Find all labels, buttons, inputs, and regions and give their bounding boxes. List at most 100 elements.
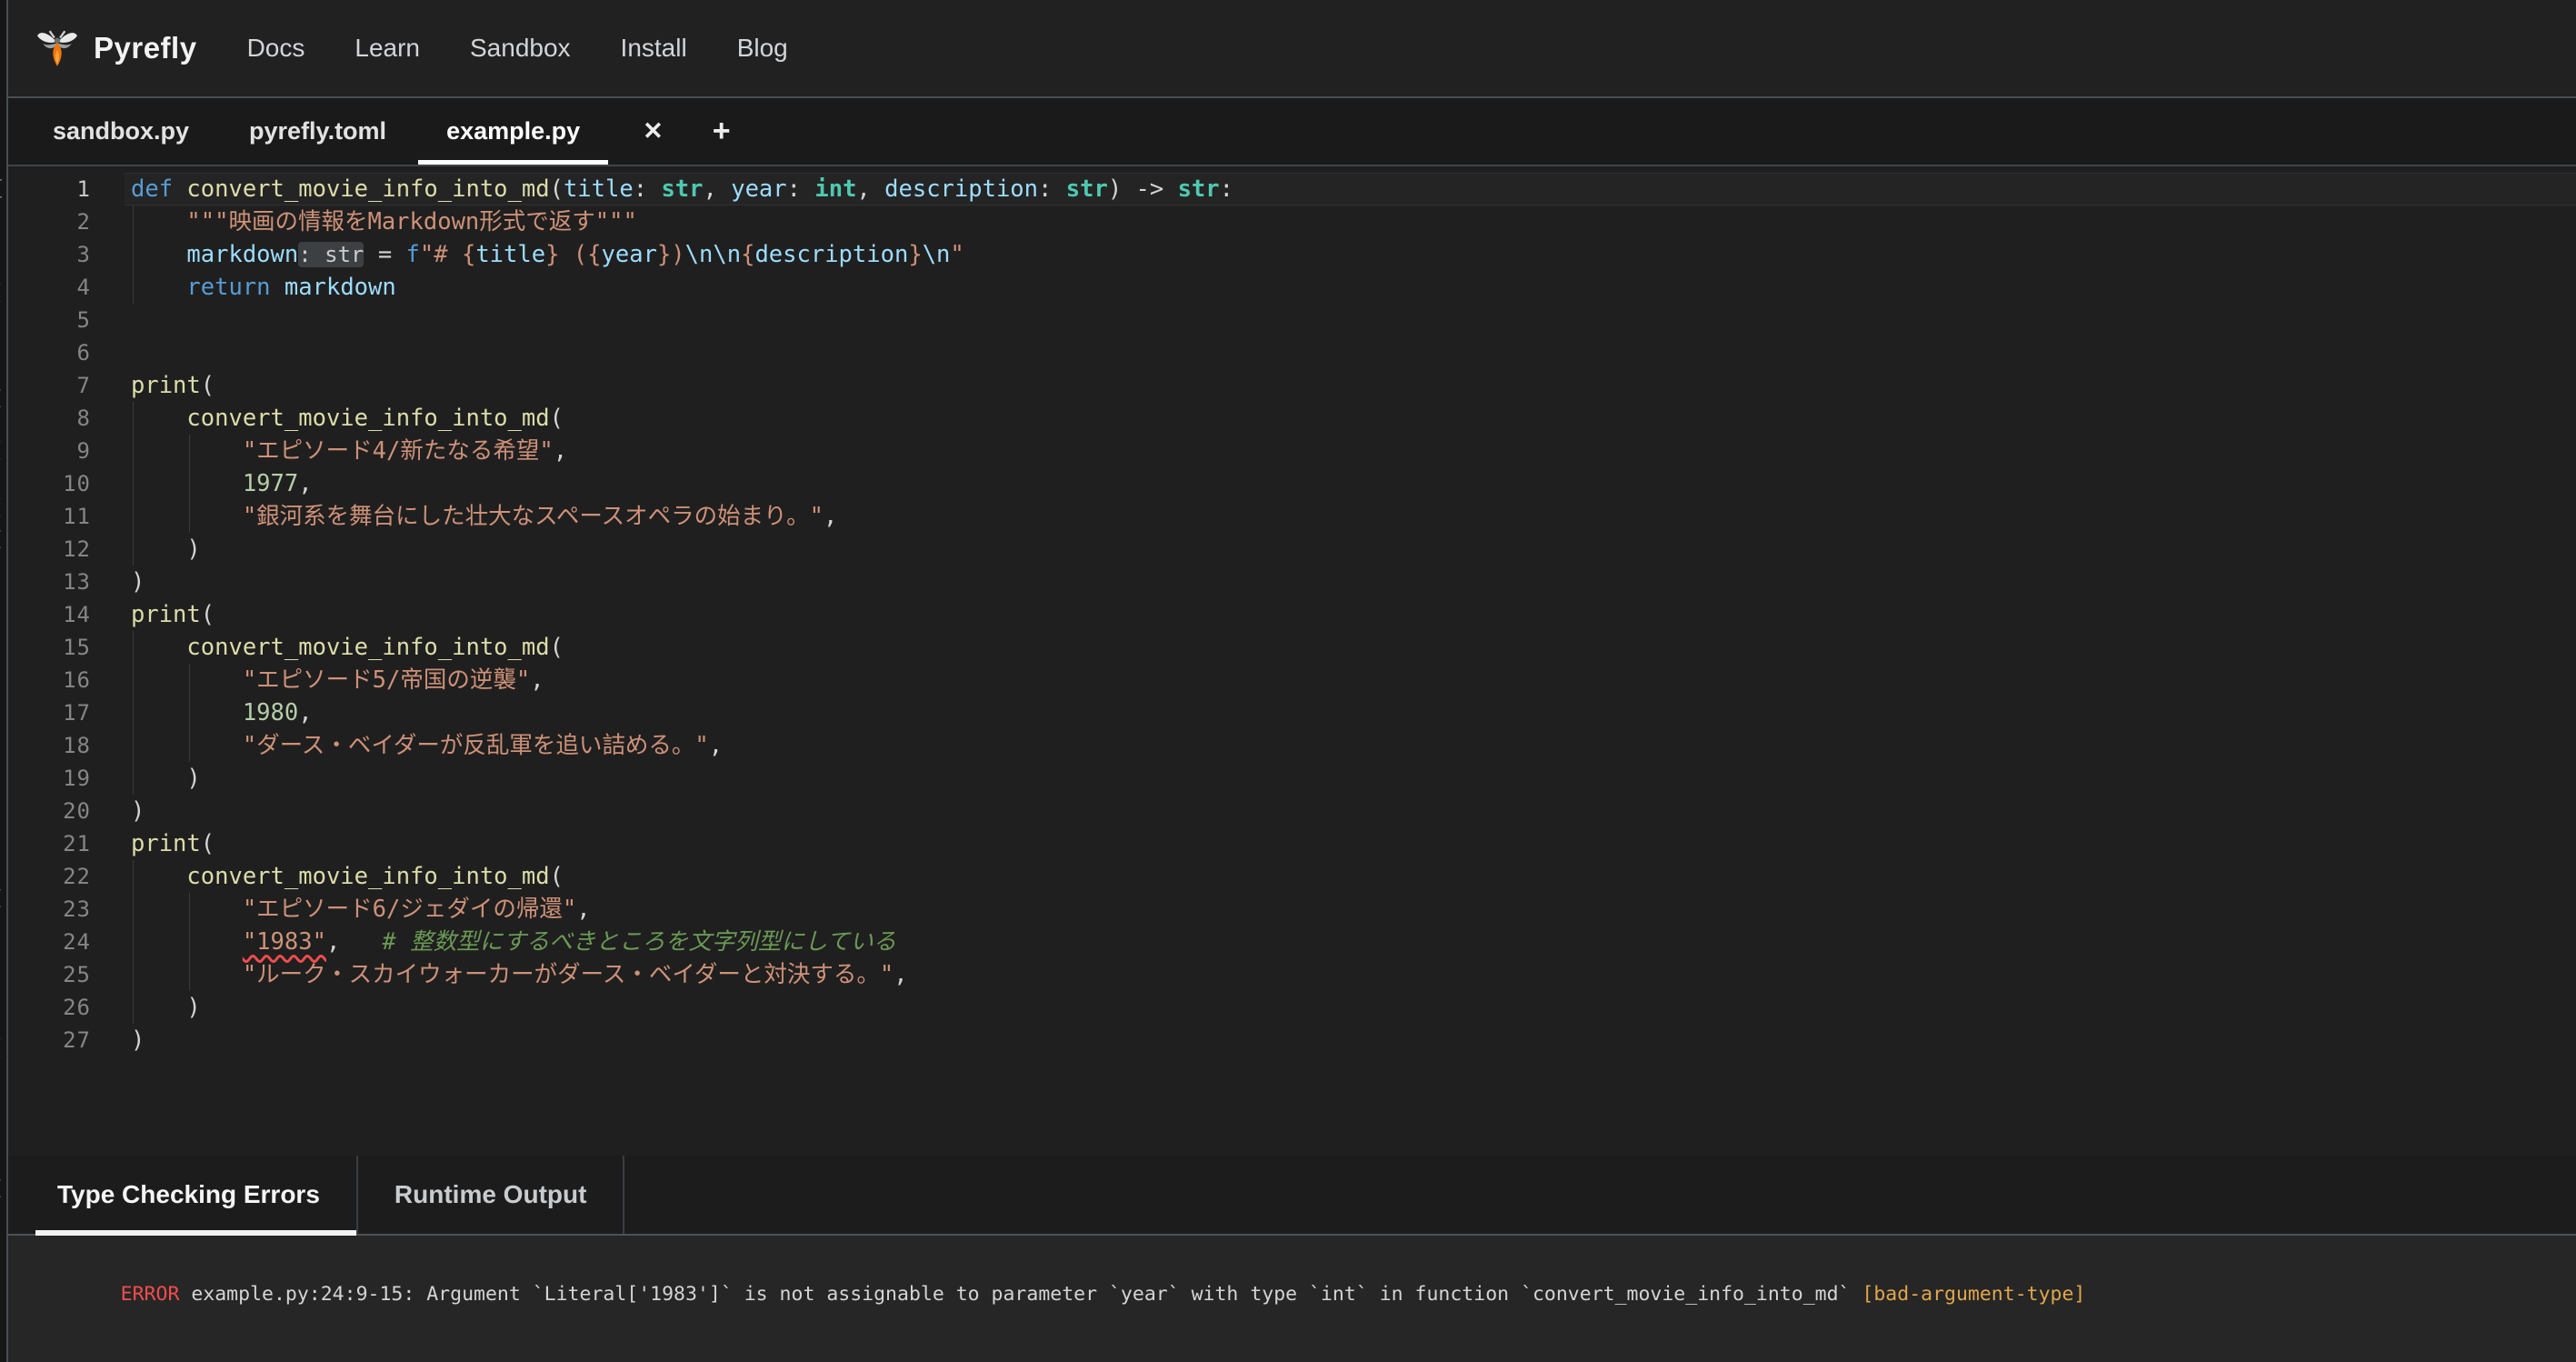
- indent-guide: [133, 467, 134, 500]
- code-text: ): [131, 991, 201, 1024]
- code-line[interactable]: 9 "エピソード4/新たなる希望",: [8, 435, 2576, 467]
- line-number: 25: [8, 958, 91, 991]
- code-line[interactable]: 1def convert_movie_info_into_md(title: s…: [8, 173, 2576, 205]
- code-line[interactable]: 6: [8, 336, 2576, 369]
- line-number: 21: [8, 827, 91, 860]
- output-panel-tabs: Type Checking Errors Runtime Output: [8, 1156, 2576, 1236]
- line-number: 20: [8, 795, 91, 827]
- code-line[interactable]: 3 markdown: str = f"# {title} ({year})\n…: [8, 238, 2576, 271]
- code-line[interactable]: 24 "1983", # 整数型にするべきところを文字列型にしている: [8, 926, 2576, 958]
- line-number: 2: [8, 205, 91, 238]
- line-number: 3: [8, 238, 91, 271]
- line-number: 9: [8, 435, 91, 467]
- code-text: markdown: str = f"# {title} ({year})\n\n…: [131, 238, 964, 271]
- edge-glyph-fragment: [: [0, 1179, 4, 1199]
- code-line[interactable]: 12 ): [8, 533, 2576, 566]
- indent-guide: [133, 533, 134, 566]
- code-text: "ルーク・スカイウォーカーがダース・ベイダーと対決する。",: [131, 958, 908, 991]
- code-line[interactable]: 15 convert_movie_info_into_md(: [8, 631, 2576, 664]
- code-editor[interactable]: 1def convert_movie_info_into_md(title: s…: [8, 166, 2576, 1156]
- indent-guide: [133, 238, 134, 271]
- code-line[interactable]: 2 """映画の情報をMarkdown形式で返す""": [8, 205, 2576, 238]
- code-text: "エピソード4/新たなる希望",: [131, 435, 567, 467]
- tab-sandbox-py[interactable]: sandbox.py: [23, 98, 219, 165]
- code-line[interactable]: 8 convert_movie_info_into_md(: [8, 402, 2576, 435]
- code-line[interactable]: 21 print(: [8, 827, 2576, 860]
- code-text: convert_movie_info_into_md(: [131, 402, 564, 435]
- line-number: 7: [8, 369, 91, 402]
- tab-runtime-output[interactable]: Runtime Output: [358, 1156, 625, 1234]
- window-edge-sliver: {|([(([[([: [0, 0, 8, 1362]
- indent-guide: [133, 631, 134, 664]
- add-tab-icon[interactable]: +: [691, 98, 753, 165]
- code-line[interactable]: 16 "エピソード5/帝国の逆襲",: [8, 664, 2576, 696]
- panel-tab-label: Type Checking Errors: [57, 1180, 320, 1209]
- indent-guide: [133, 958, 134, 991]
- nav-item-docs[interactable]: Docs: [247, 34, 305, 63]
- code-line[interactable]: 27): [8, 1024, 2576, 1057]
- code-text: ): [131, 1024, 145, 1057]
- line-number: 16: [8, 664, 91, 696]
- close-tab-icon[interactable]: ✕: [619, 98, 687, 165]
- code-text: return markdown: [131, 271, 396, 304]
- code-line[interactable]: 26 ): [8, 991, 2576, 1024]
- code-text: print(: [131, 598, 215, 631]
- edge-glyph-fragment: [: [0, 530, 4, 550]
- code-line[interactable]: 18 "ダース・ベイダーが反乱軍を追い詰める。",: [8, 729, 2576, 762]
- tab-pyrefly-toml[interactable]: pyrefly.toml: [219, 98, 416, 165]
- line-number: 4: [8, 271, 91, 304]
- code-text: ): [131, 795, 145, 827]
- indent-guide: [133, 860, 134, 893]
- code-line[interactable]: 25 "ルーク・スカイウォーカーがダース・ベイダーと対決する。",: [8, 958, 2576, 991]
- edge-glyph-fragment: |: [0, 236, 4, 256]
- line-number: 18: [8, 729, 91, 762]
- code-line[interactable]: 13): [8, 566, 2576, 598]
- code-line[interactable]: 7print(: [8, 369, 2576, 402]
- code-line[interactable]: 22 convert_movie_info_into_md(: [8, 860, 2576, 893]
- nav-item-sandbox[interactable]: Sandbox: [470, 34, 571, 63]
- code-line[interactable]: 23 "エピソード6/ジェダイの帰還",: [8, 893, 2576, 926]
- line-number: 27: [8, 1024, 91, 1057]
- code-text: convert_movie_info_into_md(: [131, 631, 564, 664]
- code-line[interactable]: 4 return markdown: [8, 271, 2576, 304]
- line-number: 22: [8, 860, 91, 893]
- indent-guide: [189, 435, 190, 467]
- code-line[interactable]: 11 "銀河系を舞台にした壮大なスペースオペラの始まり。",: [8, 500, 2576, 533]
- edge-glyph-fragment: [: [0, 889, 4, 909]
- edge-glyph-fragment: (: [0, 1038, 4, 1058]
- nav-item-blog[interactable]: Blog: [737, 34, 788, 63]
- indent-guide: [133, 991, 134, 1024]
- file-tabbar: sandbox.py pyrefly.toml example.py ✕ +: [8, 98, 2576, 166]
- indent-guide: [133, 762, 134, 795]
- nav-item-learn[interactable]: Learn: [354, 34, 420, 63]
- code-lines: 1def convert_movie_info_into_md(title: s…: [8, 173, 2576, 1057]
- code-line[interactable]: 10 1977,: [8, 467, 2576, 500]
- indent-guide: [189, 500, 190, 533]
- nav-item-install[interactable]: Install: [621, 34, 687, 63]
- line-number: 10: [8, 467, 91, 500]
- indent-guide: [189, 467, 190, 500]
- code-line[interactable]: 17 1980,: [8, 696, 2576, 729]
- code-text: print(: [131, 827, 215, 860]
- error-console: ERROR example.py:24:9-15: Argument `Lite…: [8, 1236, 2576, 1362]
- line-number: 11: [8, 500, 91, 533]
- tab-example-py[interactable]: example.py: [416, 98, 610, 165]
- edge-glyph-fragment: {: [0, 179, 4, 199]
- code-text: ): [131, 533, 201, 566]
- line-number: 17: [8, 696, 91, 729]
- code-line[interactable]: 20): [8, 795, 2576, 827]
- tab-type-checking-errors[interactable]: Type Checking Errors: [21, 1156, 358, 1234]
- line-number: 15: [8, 631, 91, 664]
- line-number: 1: [8, 173, 91, 205]
- pyrefly-firefly-icon[interactable]: [35, 26, 79, 70]
- line-number: 26: [8, 991, 91, 1024]
- brand-title[interactable]: Pyrefly: [94, 31, 197, 65]
- line-number: 13: [8, 566, 91, 598]
- pyrefly-sandbox-page: {|([(([[([ Pyrefly Docs Learn Sandbox In…: [0, 0, 2576, 1362]
- code-line[interactable]: 5: [8, 304, 2576, 336]
- code-text: "エピソード6/ジェダイの帰還",: [131, 893, 591, 926]
- code-line[interactable]: 14print(: [8, 598, 2576, 631]
- indent-guide: [133, 271, 134, 304]
- code-line[interactable]: 19 ): [8, 762, 2576, 795]
- tab-label: pyrefly.toml: [249, 117, 386, 145]
